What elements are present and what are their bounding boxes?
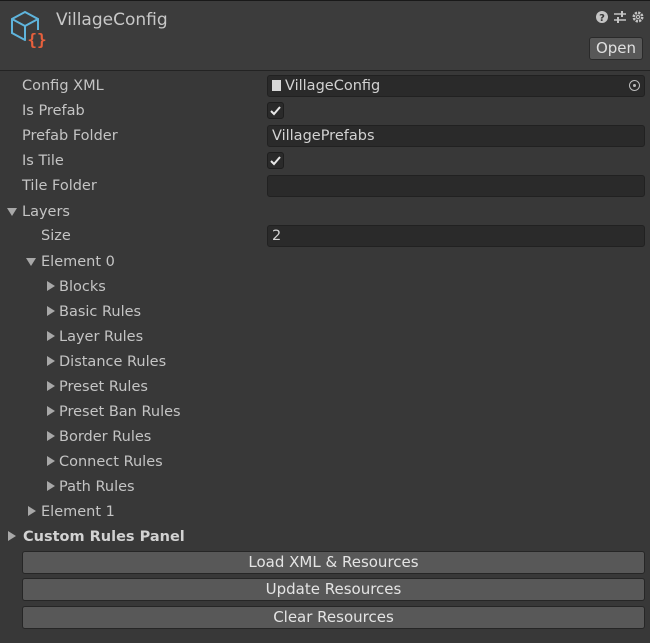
foldout-collapsed-icon	[47, 356, 55, 366]
size-row: Size 2	[0, 224, 650, 249]
config-xml-label: Config XML	[22, 78, 104, 94]
element-1-label: Element 1	[41, 504, 115, 520]
element-0-foldout[interactable]: Element 0	[0, 250, 650, 275]
prefab-folder-input[interactable]: VillagePrefabs	[267, 125, 645, 147]
is-prefab-checkbox[interactable]	[267, 102, 284, 119]
element-0-child-foldout[interactable]: Basic Rules	[0, 300, 650, 325]
svg-text:{}: {}	[27, 30, 46, 49]
size-label: Size	[41, 228, 71, 244]
element-0-child-foldout[interactable]: Layer Rules	[0, 325, 650, 350]
asset-title: VillageConfig	[56, 10, 168, 30]
foldout-collapsed-icon	[47, 406, 55, 416]
is-tile-checkbox[interactable]	[267, 152, 284, 169]
document-icon	[272, 80, 281, 91]
config-xml-field[interactable]: VillageConfig	[267, 75, 645, 97]
config-asset-icon: {}	[9, 10, 49, 50]
tile-folder-row: Tile Folder	[0, 174, 650, 199]
layers-foldout[interactable]: Layers	[0, 200, 650, 225]
foldout-collapsed-icon	[47, 431, 55, 441]
tile-folder-label: Tile Folder	[22, 178, 97, 194]
element-0-child-label: Distance Rules	[59, 354, 167, 370]
is-prefab-row: Is Prefab	[0, 99, 650, 124]
foldout-collapsed-icon	[47, 331, 55, 341]
prefab-folder-row: Prefab Folder VillagePrefabs	[0, 124, 650, 149]
custom-rules-label: Custom Rules Panel	[23, 529, 185, 545]
update-resources-button[interactable]: Update Resources	[22, 578, 645, 601]
element-0-label: Element 0	[41, 254, 115, 270]
element-0-child-label: Preset Ban Rules	[59, 404, 181, 420]
element-0-child-foldout[interactable]: Preset Rules	[0, 375, 650, 400]
element-0-child-label: Connect Rules	[59, 454, 163, 470]
checkmark-icon	[270, 156, 281, 166]
prefab-folder-label: Prefab Folder	[22, 128, 118, 144]
size-input[interactable]: 2	[267, 225, 645, 247]
foldout-collapsed-icon	[47, 456, 55, 466]
top-border	[0, 0, 650, 1]
element-0-child-label: Blocks	[59, 279, 106, 295]
is-tile-label: Is Tile	[22, 153, 64, 169]
element-0-child-foldout[interactable]: Blocks	[0, 275, 650, 300]
element-0-child-label: Border Rules	[59, 429, 152, 445]
config-xml-value: VillageConfig	[285, 78, 381, 94]
load-xml-resources-button[interactable]: Load XML & Resources	[22, 551, 645, 574]
checkmark-icon	[270, 106, 281, 116]
foldout-collapsed-icon	[47, 306, 55, 316]
clear-resources-button[interactable]: Clear Resources	[22, 606, 645, 629]
foldout-collapsed-icon	[28, 506, 36, 516]
foldout-collapsed-icon	[47, 481, 55, 491]
help-icon[interactable]: ?	[596, 11, 608, 23]
is-prefab-label: Is Prefab	[22, 103, 85, 119]
element-0-child-label: Layer Rules	[59, 329, 144, 345]
element-0-child-label: Path Rules	[59, 479, 135, 495]
foldout-collapsed-icon	[47, 281, 55, 291]
header-divider	[0, 70, 650, 71]
foldout-expanded-icon	[26, 258, 36, 266]
svg-text:?: ?	[599, 13, 605, 23]
element-0-child-foldout[interactable]: Connect Rules	[0, 450, 650, 475]
open-button[interactable]: Open	[589, 37, 643, 60]
element-0-child-foldout[interactable]: Distance Rules	[0, 350, 650, 375]
header-icons: ?	[596, 11, 644, 23]
is-tile-row: Is Tile	[0, 149, 650, 174]
object-picker-icon[interactable]	[629, 80, 640, 91]
settings-icon[interactable]	[632, 11, 644, 23]
tile-folder-input[interactable]	[267, 175, 645, 197]
element-0-child-foldout[interactable]: Border Rules	[0, 425, 650, 450]
preset-icon[interactable]	[614, 11, 626, 23]
custom-rules-foldout[interactable]: Custom Rules Panel	[0, 525, 650, 550]
foldout-expanded-icon	[7, 208, 17, 216]
element-0-child-label: Preset Rules	[59, 379, 148, 395]
foldout-collapsed-icon	[8, 531, 16, 541]
element-0-child-label: Basic Rules	[59, 304, 142, 320]
element-1-foldout[interactable]: Element 1	[0, 500, 650, 525]
config-xml-row: Config XML VillageConfig	[0, 74, 650, 99]
layers-label: Layers	[22, 204, 70, 220]
element-0-child-foldout[interactable]: Path Rules	[0, 475, 650, 500]
foldout-collapsed-icon	[47, 381, 55, 391]
element-0-child-foldout[interactable]: Preset Ban Rules	[0, 400, 650, 425]
